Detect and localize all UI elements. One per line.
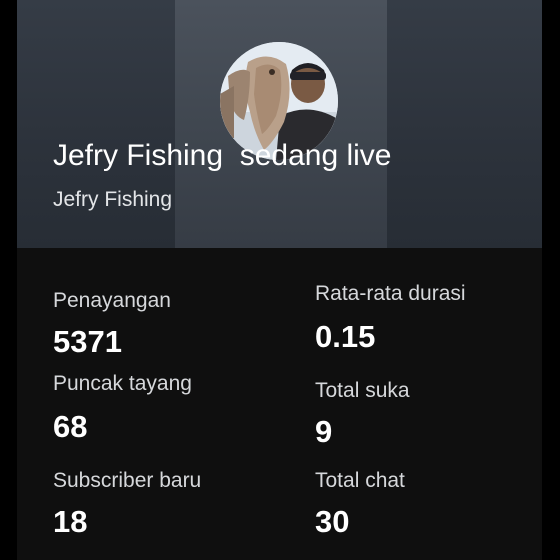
stat-avg-duration-label: Rata-rata durasi	[315, 282, 466, 305]
channel-name[interactable]: Jefry Fishing	[53, 186, 172, 214]
stat-peak-viewers-value: 68	[53, 409, 88, 444]
stat-views-value: 5371	[53, 324, 122, 359]
stat-new-subscribers-label: Subscriber baru	[53, 469, 202, 492]
live-header: Jefry Fishing sedang live Jefry Fishing	[17, 0, 542, 248]
stat-new-subscribers-value: 18	[53, 504, 88, 539]
stat-avg-duration-value: 0.15	[315, 319, 376, 354]
stat-avg-duration: Rata-rata durasi 0.15	[315, 281, 466, 355]
stat-total-likes-label: Total suka	[315, 379, 410, 402]
stats-panel: Penayangan 5371 Rata-rata durasi 0.15 Pu…	[17, 248, 542, 560]
live-title: Jefry Fishing sedang live	[53, 139, 392, 172]
live-summary-card: Jefry Fishing sedang live Jefry Fishing …	[17, 0, 542, 560]
stat-views: Penayangan 5371	[53, 288, 171, 360]
stat-peak-viewers: Puncak tayang 68	[53, 371, 192, 445]
stat-total-chat-label: Total chat	[315, 469, 405, 492]
stat-total-chat: Total chat 30	[315, 468, 405, 540]
stat-total-likes: Total suka 9	[315, 378, 410, 450]
stat-total-likes-value: 9	[315, 414, 333, 449]
stat-views-label: Penayangan	[53, 289, 171, 312]
stat-total-chat-value: 30	[315, 504, 350, 539]
header-background-right	[387, 0, 542, 248]
stat-peak-viewers-label: Puncak tayang	[53, 372, 192, 395]
stat-new-subscribers: Subscriber baru 18	[53, 468, 201, 540]
